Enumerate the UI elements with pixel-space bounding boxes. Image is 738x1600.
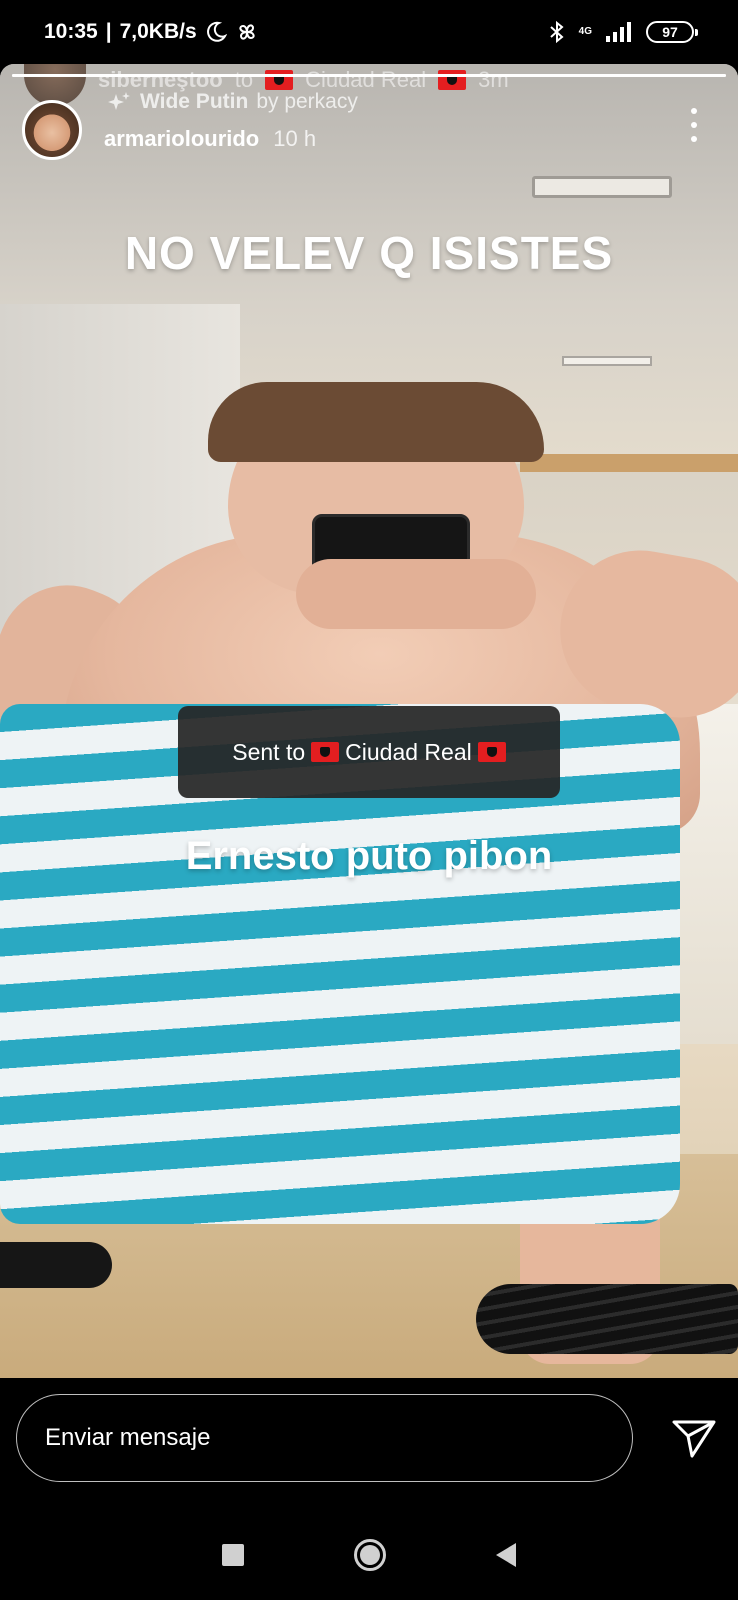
albania-flag-icon	[438, 70, 467, 90]
albania-flag-icon	[311, 742, 340, 762]
message-input[interactable]	[45, 1424, 605, 1452]
story-screen: 10:35 | 7,0KB/s 4G 97 siberneştoo to Ciu…	[0, 0, 738, 1600]
back-button[interactable]	[496, 1543, 516, 1567]
more-options-icon[interactable]	[690, 108, 698, 142]
bluetooth-icon	[549, 20, 564, 44]
user-name[interactable]: armariolourido	[104, 126, 259, 152]
story-progress-fill	[12, 74, 726, 77]
scene-wood-trim	[520, 454, 738, 472]
scene-slipper-right	[476, 1284, 738, 1354]
story-time: 10 h	[273, 126, 317, 151]
home-button[interactable]	[354, 1539, 386, 1571]
scene-hand	[296, 559, 536, 629]
story-media[interactable]: siberneştoo to Ciudad Real 3m Wide Putin…	[0, 64, 738, 1378]
toast-target: Ciudad Real	[345, 738, 472, 765]
status-left: 10:35 | 7,0KB/s	[44, 20, 259, 44]
battery-icon: 97	[646, 21, 698, 43]
story-caption-mid: Ernesto puto pibon	[185, 834, 553, 878]
status-right: 4G 97	[549, 20, 698, 44]
scene-hair	[208, 382, 544, 462]
moon-icon	[206, 21, 227, 42]
scene-ceiling-light	[532, 176, 672, 198]
user-avatar[interactable]	[22, 100, 82, 160]
send-icon[interactable]	[668, 1412, 720, 1464]
reply-field[interactable]	[16, 1394, 633, 1482]
albania-flag-icon	[477, 742, 506, 762]
system-nav-bar	[0, 1510, 738, 1600]
signal-icon	[606, 22, 631, 42]
pinwheel-icon	[239, 24, 255, 40]
status-time: 10:35	[44, 20, 98, 43]
sent-toast: Sent to Ciudad Real	[178, 706, 560, 798]
network-speed: 7,0KB/s	[119, 20, 197, 43]
recents-button[interactable]	[222, 1544, 244, 1566]
story-user-row[interactable]: armariolourido 10 h	[22, 100, 316, 160]
previous-reply-time: 3m	[478, 67, 509, 92]
battery-level: 97	[662, 24, 678, 40]
network-type: 4G	[578, 26, 592, 37]
albania-flag-icon	[265, 70, 294, 90]
story-progress-bar	[12, 74, 726, 77]
status-bar: 10:35 | 7,0KB/s 4G 97	[0, 0, 738, 64]
scene-ceiling-light-2	[562, 356, 652, 366]
scene-slipper-left	[0, 1242, 112, 1288]
status-separator: |	[105, 20, 112, 43]
toast-prefix: Sent to	[232, 738, 306, 765]
story-caption-top: NO VELEV Q ISISTES	[124, 227, 614, 279]
